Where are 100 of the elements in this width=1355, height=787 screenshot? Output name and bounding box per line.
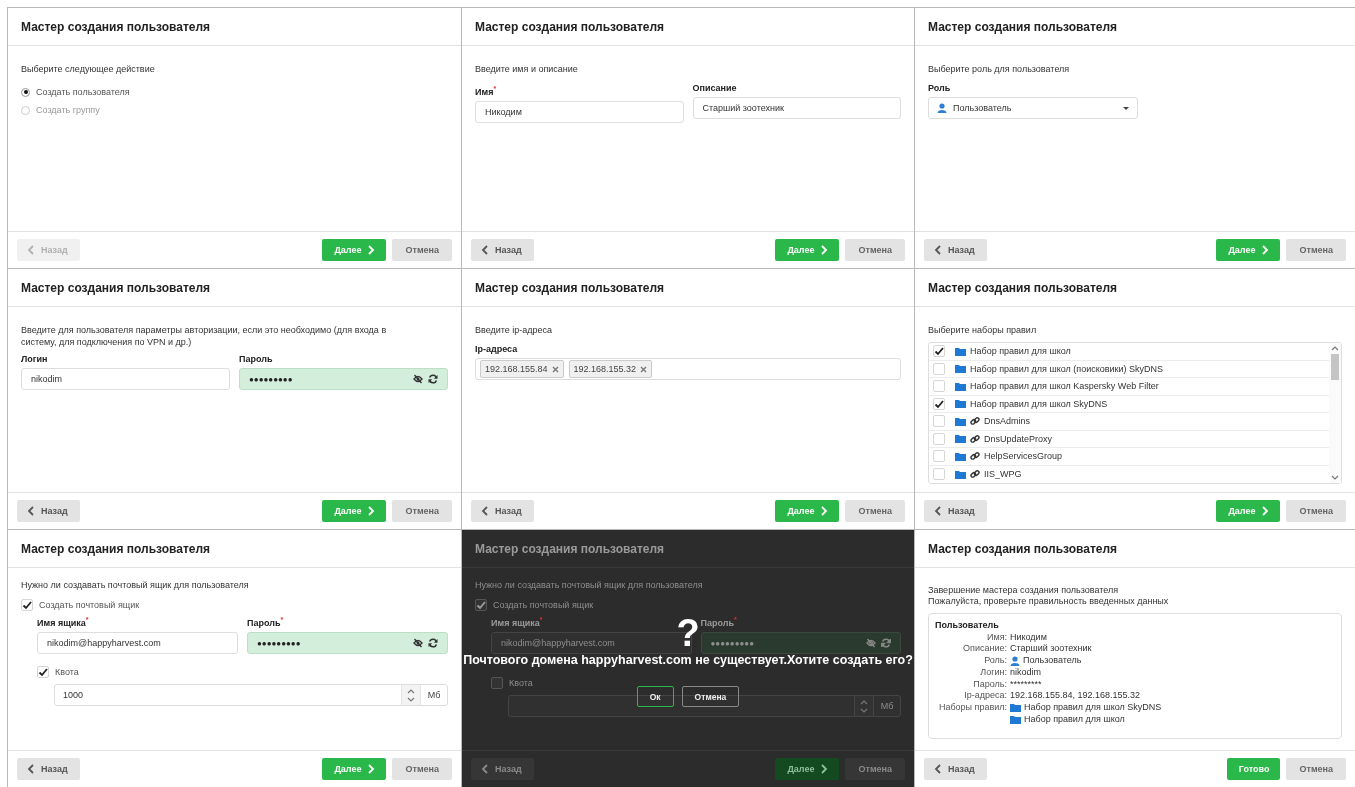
input-field[interactable]: nikodim [21, 368, 230, 390]
prompt-text: Введите ip-адреса [475, 324, 554, 336]
input-field[interactable]: Старший зоотехник [692, 97, 901, 119]
chevron-left-icon [27, 245, 35, 255]
summary-value: Набор правил для школ SkyDNS [1024, 701, 1162, 714]
remove-icon [640, 365, 648, 373]
folder-icon [955, 381, 966, 391]
quota-field[interactable]: 1000 Мб [54, 684, 448, 706]
prompt-text: Выберите следующее действие [21, 63, 156, 75]
prompt-text: Нужно ли создавать почтовый ящик для пользователя [475, 579, 704, 591]
prompt-text: Нужно ли создавать почтовый ящик для пользователя [21, 579, 250, 591]
folder-icon [955, 434, 966, 444]
rule-set-label[interactable]: Набор правил для школ [970, 346, 1071, 357]
wizard-title: Мастер создания пользователя [475, 541, 665, 556]
chevron-right-icon [367, 245, 376, 255]
field-label: Описание [692, 83, 738, 94]
rule-set-label[interactable]: Набор правил для школ (поисковики) SkyDNS [970, 363, 1164, 374]
user-icon [1010, 655, 1020, 666]
rule-set-label[interactable]: DnsUpdateProxy [984, 433, 1053, 444]
back-button[interactable]: Назад [17, 758, 80, 780]
chevron-up-icon [407, 687, 415, 695]
folder-icon [1010, 714, 1021, 724]
folder-icon [1010, 703, 1021, 713]
cancel-button[interactable]: Отмена [392, 239, 452, 261]
cancel-button[interactable]: Отмена [392, 758, 452, 780]
summary-value: Набор правил для школ [1024, 713, 1125, 726]
caret-down-icon [1123, 106, 1129, 110]
rule-set-label[interactable]: IIS_WPG [984, 469, 1022, 480]
password-field[interactable]: ●●●●●●●●● [239, 368, 448, 390]
cancel-button[interactable]: Отмена [681, 686, 740, 707]
folder-icon [955, 399, 966, 409]
ip-address-field[interactable]: 192.168.155.84 192.168.155.32 [475, 358, 901, 380]
checkbox[interactable] [491, 676, 503, 689]
back-button[interactable]: Назад [17, 500, 80, 522]
ip-tag[interactable]: 192.168.155.84 [480, 360, 564, 378]
back-button[interactable]: Назад [471, 500, 534, 522]
role-dropdown[interactable]: Пользователь [928, 97, 1138, 119]
password-field[interactable]: ●●●●●●●●● [247, 632, 448, 654]
wizard-title: Мастер создания пользователя [21, 541, 211, 556]
chevron-right-icon [367, 506, 376, 516]
back-button[interactable]: Назад [471, 239, 534, 261]
summary-label: Пароль: [972, 678, 1007, 691]
input-field[interactable]: Никодим [475, 101, 684, 123]
refresh-icon [428, 374, 438, 384]
scrollbar[interactable] [1329, 343, 1341, 483]
summary-label: Наборы правил: [937, 701, 1007, 714]
summary-value: 192.168.155.84, 192.168.155.32 [1010, 690, 1141, 702]
cancel-button[interactable]: Отмена [845, 758, 905, 780]
refresh-icon [428, 638, 438, 648]
input-field[interactable]: nikodim@happyharvest.com [37, 632, 238, 654]
rule-set-label[interactable]: HelpServicesGroup [984, 451, 1063, 462]
checkbox-label: Создать почтовый ящик [39, 599, 140, 610]
rule-set-label[interactable]: Набор правил для школ Kaspersky Web Filter [970, 381, 1159, 392]
chevron-right-icon [367, 764, 376, 774]
rule-set-label[interactable]: Набор правил для школ SkyDNS [970, 398, 1108, 409]
ok-button[interactable]: Ок [636, 686, 674, 707]
back-button[interactable]: Назад [924, 500, 987, 522]
password-field[interactable]: ●●●●●●●●● [700, 632, 901, 654]
prompt-text: Выберите роль для пользователя [928, 63, 1071, 75]
checkbox-label: Квота [509, 677, 533, 688]
chevron-left-icon [934, 506, 942, 516]
next-button[interactable]: Далее [775, 758, 840, 780]
ip-tag[interactable]: 192.168.155.32 [568, 360, 653, 378]
folder-icon [955, 469, 966, 479]
chevron-down-icon [407, 695, 415, 703]
summary-label: Роль: [983, 655, 1007, 667]
back-button[interactable]: Назад [924, 758, 987, 780]
checkbox[interactable] [475, 598, 487, 611]
option-label: Создать группу [36, 105, 100, 115]
cancel-button[interactable]: Отмена [1286, 758, 1346, 780]
chevron-left-icon [481, 245, 489, 255]
cancel-button[interactable]: Отмена [1286, 500, 1346, 522]
field-label: Пароль$^{*}$ [247, 615, 285, 629]
wizard-title: Мастер создания пользователя [21, 19, 211, 34]
wizard-title: Мастер создания пользователя [475, 280, 665, 295]
chevron-left-icon [934, 764, 942, 774]
unit-label: Мб [420, 685, 447, 705]
refresh-icon [881, 638, 891, 648]
checkbox-label: Создать почтовый ящик [493, 599, 594, 610]
prompt-text: Пожалуйста, проверьте правильность введенных данных [928, 596, 1170, 607]
field-label: Имя ящика$^{*}$ [491, 615, 544, 629]
chevron-up-icon [860, 698, 868, 706]
option-label: Создать пользователя [36, 87, 130, 97]
back-button[interactable]: Назад [471, 758, 534, 780]
cancel-button[interactable]: Отмена [1286, 239, 1346, 261]
cancel-button[interactable]: Отмена [392, 500, 452, 522]
wizard-title: Мастер создания пользователя [475, 19, 665, 34]
back-button[interactable]: Назад [924, 239, 987, 261]
chevron-left-icon [27, 506, 35, 516]
scroll-thumb[interactable] [1331, 354, 1339, 380]
wizard-title: Мастер создания пользователя [928, 19, 1118, 34]
summary-label: Ip-адреса: [963, 690, 1007, 702]
field-label: Пароль [239, 354, 274, 365]
cancel-button[interactable]: Отмена [845, 500, 905, 522]
field-label: Логин [21, 354, 49, 365]
chevron-right-icon [820, 245, 829, 255]
rule-set-label[interactable]: DnsAdmins [984, 416, 1030, 427]
eye-slash-icon [413, 638, 423, 648]
cancel-button[interactable]: Отмена [845, 239, 905, 261]
folder-icon [955, 416, 966, 426]
